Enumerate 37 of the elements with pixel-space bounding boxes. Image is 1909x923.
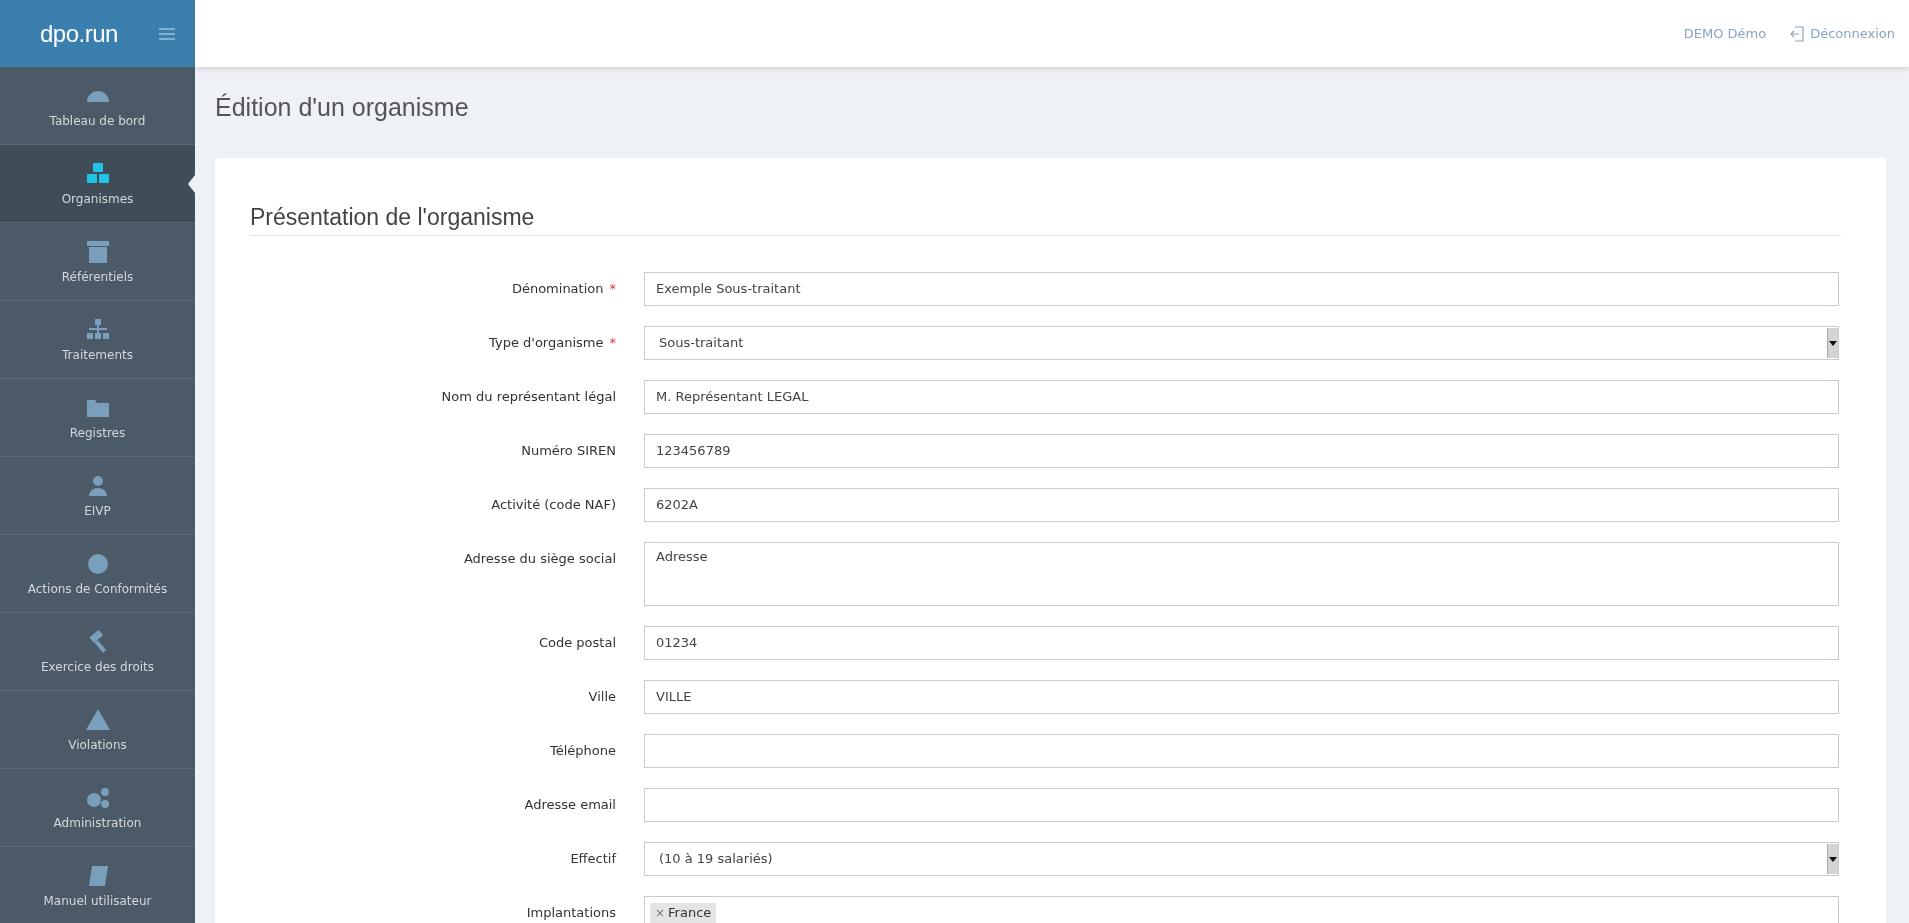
field-label: Implantations [526, 905, 616, 920]
tags-field[interactable]: × France [644, 896, 1839, 923]
select-field[interactable]: (10 à 19 salariés) [644, 842, 1839, 876]
input-field[interactable]: VILLE [644, 680, 1839, 714]
select-field[interactable]: Sous-traitant [644, 326, 1839, 360]
input-field[interactable]: Exemple Sous-traitant [644, 272, 1839, 306]
logout-link[interactable]: Déconnexion [1790, 25, 1895, 42]
field-label: Nom du représentant légal [441, 389, 616, 404]
field-label: Activité (code NAF) [491, 497, 616, 512]
input-field[interactable]: 123456789 [644, 434, 1839, 468]
required-asterisk: * [609, 281, 616, 296]
page-title: Édition d'un organisme [215, 93, 470, 122]
field-label: Numéro SIREN [521, 443, 616, 458]
remove-tag-button[interactable]: × [655, 903, 666, 923]
input-field[interactable]: 6202A [644, 488, 1839, 522]
input-field[interactable]: M. Représentant LEGAL [644, 380, 1839, 414]
field-label: Type d'organisme [489, 335, 604, 350]
logout-icon [1790, 25, 1805, 42]
warning-triangle-icon [83, 707, 112, 732]
user-name[interactable]: DEMO Démo [1683, 26, 1767, 41]
field-label: Effectif [570, 851, 616, 866]
sidebar-item[interactable]: Organismes [0, 145, 195, 223]
field-label: Dénomination [511, 281, 604, 296]
required-asterisk: * [609, 335, 616, 350]
textarea-field[interactable]: Adresse [644, 542, 1839, 606]
tag-chip: × France [650, 903, 717, 923]
field-label: Ville [588, 689, 616, 704]
input-field[interactable] [644, 788, 1839, 822]
input-field[interactable] [644, 734, 1839, 768]
section-title: Présentation de l'organisme [250, 204, 1841, 236]
menu-icon[interactable] [159, 27, 175, 40]
field-label: Adresse email [524, 797, 616, 812]
logo[interactable]: dpo.run [40, 19, 118, 48]
field-label: Adresse du siège social [463, 551, 616, 566]
field-label: Code postal [538, 635, 616, 650]
field-label: Téléphone [549, 743, 616, 758]
input-field[interactable]: 01234 [644, 626, 1839, 660]
